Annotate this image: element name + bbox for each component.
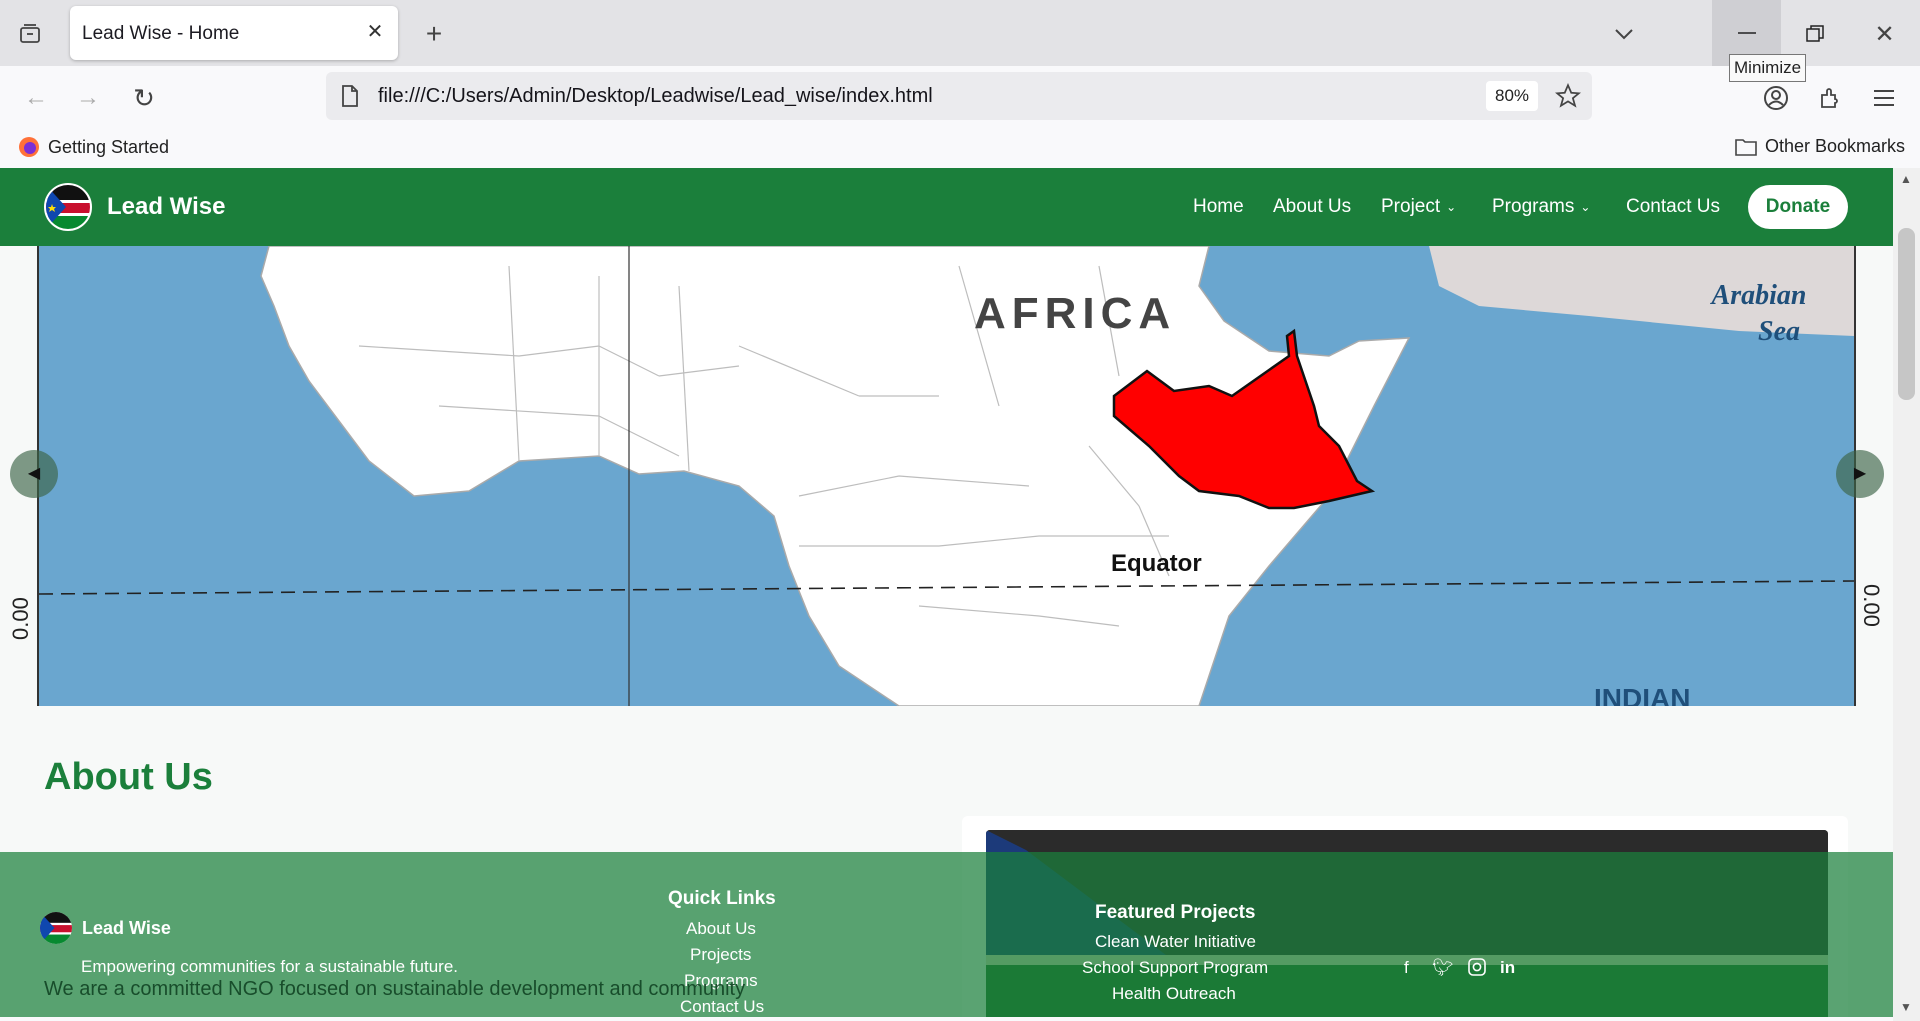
footer-brand: Lead Wise — [82, 918, 171, 938]
latitude-label-right: 0.00 — [1859, 584, 1884, 627]
url-text: file:///C:/Users/Admin/Desktop/Leadwise/… — [378, 85, 933, 107]
minimize-tooltip: Minimize — [1729, 54, 1807, 82]
twitter-icon[interactable]: 🐦︎ — [1432, 958, 1454, 978]
extensions-icon[interactable] — [1814, 82, 1846, 114]
bookmarks-toolbar: Getting Started Other Bookmarks — [0, 132, 1920, 168]
scrollbar-thumb[interactable] — [1898, 228, 1915, 400]
reload-icon[interactable]: ↻ — [128, 82, 160, 114]
page-viewport: Lead Wise Home About Us Project ⌄ Program… — [0, 168, 1893, 1017]
about-paragraph: We are a committed NGO focused on sustai… — [44, 978, 746, 1000]
folder-icon — [1735, 138, 1757, 156]
account-icon[interactable] — [1760, 82, 1792, 114]
chevron-down-icon: ⌄ — [1580, 200, 1591, 214]
nav-home[interactable]: Home — [1193, 196, 1244, 218]
close-tab-icon[interactable]: ✕ — [362, 19, 388, 45]
donate-button[interactable]: Donate — [1748, 185, 1848, 229]
map-label-sea-2: Sea — [1758, 316, 1800, 347]
featured-projects-title: Featured Projects — [1095, 902, 1256, 923]
address-bar[interactable]: file:///C:/Users/Admin/Desktop/Leadwise/… — [326, 72, 1592, 120]
map-label-sea: Arabian — [1710, 280, 1807, 311]
map-label-africa: AFRICA — [974, 289, 1176, 338]
nav-label: About Us — [1273, 196, 1352, 217]
bookmark-label: Other Bookmarks — [1765, 136, 1906, 156]
about-title: About Us — [44, 756, 213, 798]
footer-logo — [40, 912, 72, 944]
tab-title: Lead Wise - Home — [82, 23, 240, 44]
scroll-down-icon[interactable]: ▼ — [1900, 1000, 1912, 1014]
scroll-up-icon[interactable]: ▲ — [1900, 172, 1912, 186]
nav-label: Home — [1193, 196, 1244, 217]
browser-tab[interactable]: Lead Wise - Home ✕ — [70, 6, 398, 60]
nav-about[interactable]: About Us — [1273, 196, 1351, 218]
new-tab-icon[interactable]: + — [418, 18, 450, 50]
footer-link-projects[interactable]: Projects — [690, 945, 751, 965]
site-header: Lead Wise Home About Us Project ⌄ Program… — [0, 168, 1893, 246]
nav-project[interactable]: Project ⌄ — [1381, 196, 1456, 218]
linkedin-icon[interactable]: in — [1500, 958, 1515, 978]
site-brand[interactable]: Lead Wise — [107, 193, 226, 221]
restore-button[interactable] — [1780, 18, 1849, 50]
quick-links-title: Quick Links — [668, 888, 776, 909]
footer-link-about[interactable]: About Us — [686, 919, 756, 939]
zoom-level[interactable]: 80% — [1486, 81, 1538, 111]
map-label-equator: Equator — [1111, 550, 1202, 577]
file-icon — [338, 84, 362, 108]
menu-icon[interactable] — [1868, 82, 1900, 114]
map-label-ocean: INDIAN — [1594, 683, 1690, 706]
nav-label: Project — [1381, 196, 1441, 217]
instagram-icon[interactable] — [1468, 958, 1486, 981]
carousel-prev-button[interactable]: ◀ — [10, 450, 58, 498]
chevron-down-icon: ⌄ — [1446, 200, 1457, 214]
firefox-icon — [19, 137, 39, 157]
carousel-next-button[interactable]: ▶ — [1836, 450, 1884, 498]
latitude-label-left: 0.00 — [8, 597, 33, 640]
nav-label: Programs — [1492, 196, 1575, 217]
forward-icon[interactable]: → — [72, 82, 104, 114]
page-scrollbar[interactable]: ▲ ▼ — [1893, 168, 1920, 1021]
footer-tagline: Empowering communities for a sustainable… — [81, 957, 459, 976]
bookmark-label: Getting Started — [48, 136, 170, 157]
close-window-button[interactable]: ✕ — [1850, 18, 1919, 50]
tab-list-icon[interactable] — [14, 18, 46, 50]
africa-map: AFRICA Equator Arabian Sea INDIAN — [39, 246, 1854, 706]
tab-bar: Lead Wise - Home ✕ + ✕ — [0, 0, 1920, 66]
hero-carousel: AFRICA Equator Arabian Sea INDIAN — [37, 246, 1856, 706]
featured-school-support[interactable]: School Support Program — [1082, 958, 1268, 978]
featured-health-outreach[interactable]: Health Outreach — [1112, 984, 1236, 1004]
bookmark-getting-started[interactable]: Getting Started — [18, 136, 169, 158]
nav-label: Contact Us — [1626, 196, 1720, 217]
bookmark-star-icon[interactable] — [1552, 80, 1584, 112]
nav-contact[interactable]: Contact Us — [1626, 196, 1720, 218]
nav-programs[interactable]: Programs ⌄ — [1492, 196, 1590, 218]
back-icon[interactable]: ← — [20, 82, 52, 114]
featured-clean-water[interactable]: Clean Water Initiative — [1095, 932, 1256, 952]
chevron-down-icon[interactable] — [1608, 18, 1640, 50]
facebook-icon[interactable]: f — [1404, 958, 1409, 978]
site-logo[interactable] — [44, 183, 92, 231]
bookmark-other[interactable]: Other Bookmarks — [1735, 136, 1905, 157]
